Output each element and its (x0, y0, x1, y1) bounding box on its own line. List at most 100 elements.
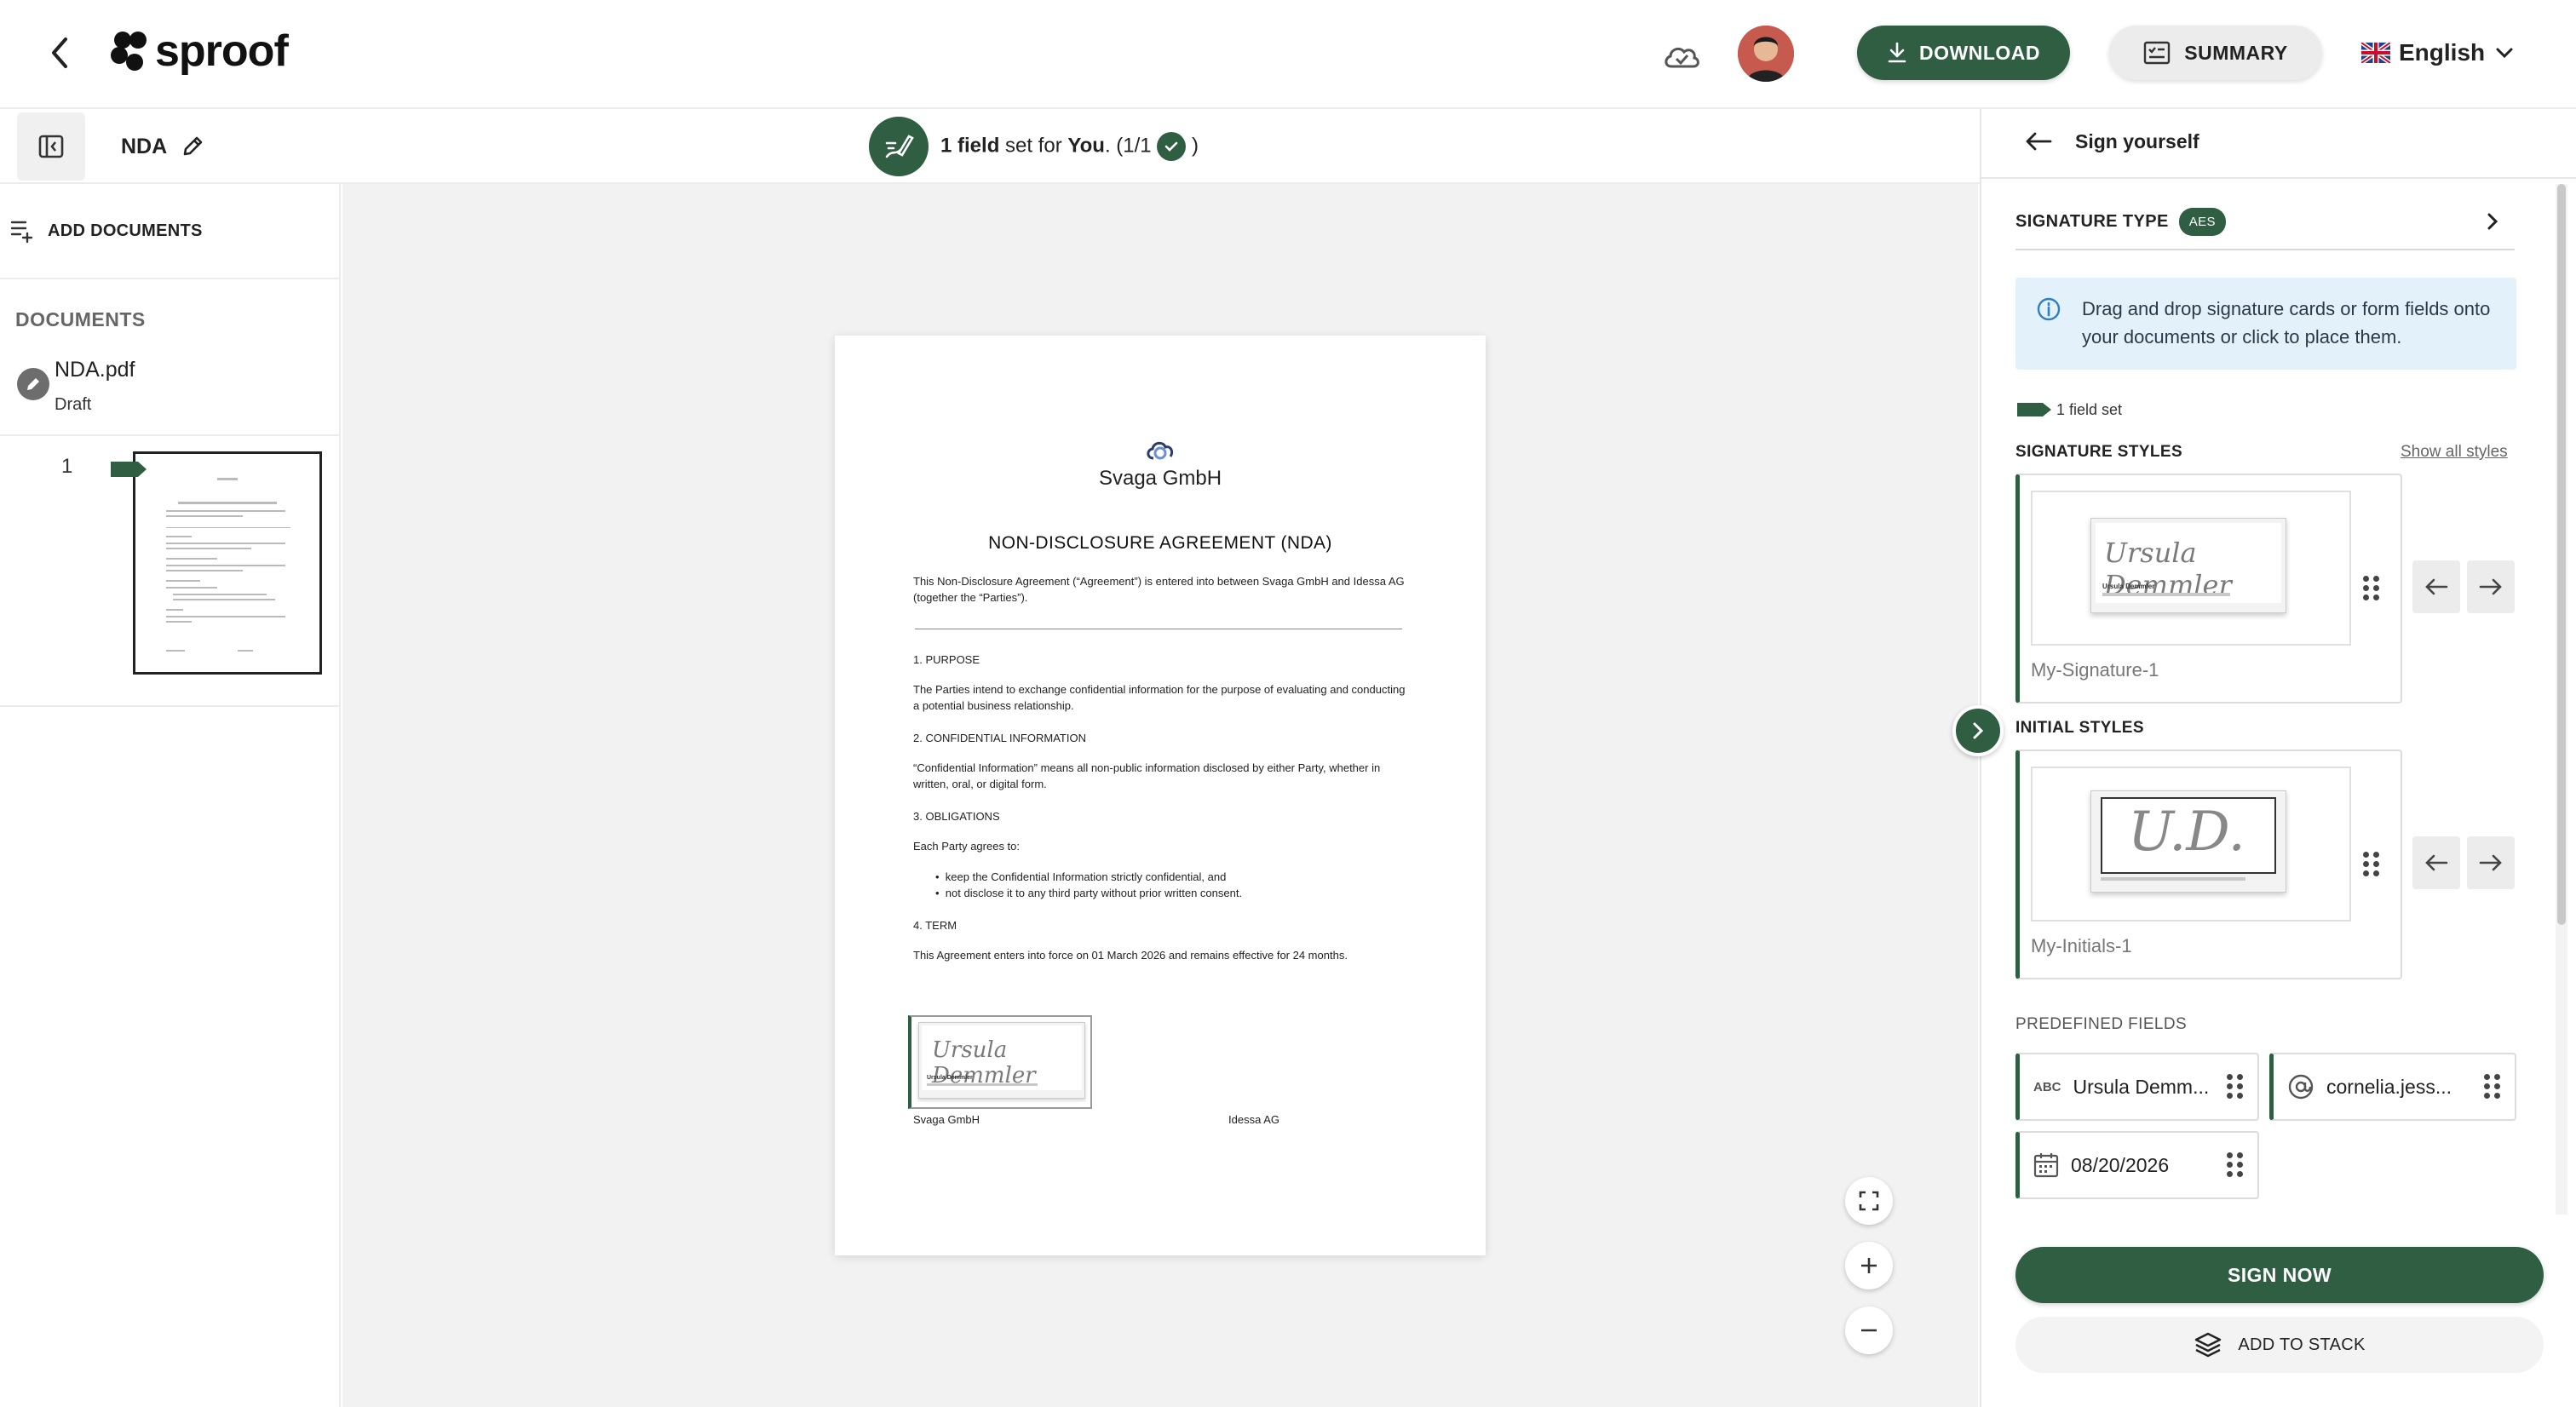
document-intro: This Non-Disclosure Agreement (“Agreemen… (913, 575, 1405, 604)
next-initial-button[interactable] (2467, 836, 2515, 889)
drag-handle-icon[interactable] (2363, 576, 2382, 601)
chevron-down-icon (2496, 48, 2513, 59)
add-to-stack-label: ADD TO STACK (2238, 1335, 2366, 1354)
at-icon (2288, 1074, 2314, 1100)
signature-style-preview: Ursula Demmler Ursula Demmler (2031, 491, 2351, 646)
signature-party-left: Svaga GmbH (913, 1113, 980, 1126)
page-thumbnail[interactable] (133, 451, 322, 675)
document-status: Draft (55, 395, 92, 414)
sign-now-button[interactable]: SIGN NOW (2015, 1247, 2544, 1303)
back-button[interactable] (37, 31, 82, 75)
signature-type-selector[interactable]: SIGNATURE TYPE AES (2015, 194, 2515, 250)
drag-handle-icon[interactable] (2484, 1074, 2503, 1100)
signature-status-badge (869, 117, 929, 176)
drag-handle-icon[interactable] (2227, 1074, 2245, 1100)
add-to-stack-button[interactable]: ADD TO STACK (2015, 1317, 2544, 1373)
initial-style-card-inner: U.D. (2101, 797, 2276, 874)
arrow-left-icon (2425, 854, 2448, 871)
text-field-icon: ABC (2033, 1079, 2061, 1094)
summary-button[interactable]: SUMMARY (2109, 26, 2322, 80)
previous-initial-button[interactable] (2412, 836, 2460, 889)
download-button[interactable]: DOWNLOAD (1857, 26, 2070, 80)
collapse-panel-button[interactable] (1952, 705, 2004, 756)
predefined-field-date[interactable]: 08/20/2026 (2015, 1131, 2259, 1199)
arrow-left-icon (2425, 578, 2448, 595)
list-item: • not disclose it to any third party wit… (935, 887, 1243, 899)
minus-icon (1861, 1329, 1877, 1332)
cloud-sync-icon[interactable] (1661, 39, 1702, 73)
initial-styles-heading: INITIAL STYLES (2015, 719, 2144, 737)
sign-yourself-header[interactable]: Sign yourself (2024, 124, 2199, 158)
pencil-icon[interactable] (181, 135, 204, 158)
signature-type-badge: AES (2178, 207, 2226, 236)
previous-style-button[interactable] (2412, 560, 2460, 613)
logo-mark-icon (111, 32, 147, 71)
toggle-sidebar-button[interactable] (17, 112, 85, 181)
language-label: English (2399, 39, 2486, 66)
signature-party-right: Idessa AG (1228, 1113, 1279, 1126)
page-number: 1 (61, 455, 73, 478)
download-label: DOWNLOAD (1919, 41, 2040, 64)
next-style-button[interactable] (2467, 560, 2515, 613)
document-title[interactable]: NDA (121, 129, 204, 164)
company-logo-icon (1147, 441, 1174, 460)
panel-title: Sign yourself (2075, 129, 2199, 152)
section-text: The Parties intend to exchange confident… (913, 683, 1406, 712)
field-status-suffix: ) (1186, 134, 1199, 158)
sproof-logo[interactable]: sproof (111, 24, 289, 78)
divider (0, 434, 341, 436)
thumbnail-preview (166, 478, 290, 652)
predefined-field-value: 08/20/2026 (2071, 1153, 2170, 1176)
zoom-in-button[interactable] (1845, 1242, 1893, 1289)
uk-flag-icon (2361, 43, 2390, 63)
add-documents-label: ADD DOCUMENTS (48, 221, 203, 240)
predefined-field-name[interactable]: ABC Ursula Demm... (2015, 1053, 2259, 1121)
field-status-progress: . (1/1 (1104, 134, 1152, 158)
layers-icon (2195, 1332, 2222, 1358)
drag-handle-icon[interactable] (2227, 1152, 2245, 1178)
initial-style-detail (2101, 877, 2245, 881)
field-count: 1 field set (2017, 397, 2122, 422)
initial-style-caption: My-Initials-1 (2031, 935, 2132, 956)
signature-card-detail (927, 1083, 1038, 1086)
info-icon (2037, 297, 2061, 321)
signature-script: Ursula Demmler (932, 1037, 1036, 1088)
calendar-icon (2033, 1153, 2059, 1178)
signature-card-name: Ursula Demmler (927, 1075, 973, 1081)
field-tag-icon (2017, 403, 2051, 416)
panel-scroll-thumb[interactable] (2557, 184, 2566, 925)
initial-style-preview: U.D. (2031, 767, 2351, 922)
section-heading: 2. CONFIDENTIAL INFORMATION (913, 732, 1086, 744)
documents-heading: DOCUMENTS (15, 308, 146, 330)
show-all-styles-link[interactable]: Show all styles (2401, 443, 2508, 462)
user-avatar[interactable] (1738, 26, 1794, 82)
signature-style-card-inner: Ursula Demmler Ursula Demmler (2096, 523, 2281, 603)
predefined-field-value: cornelia.jess... (2326, 1075, 2452, 1098)
chevron-left-icon (52, 37, 67, 68)
document-filename: NDA.pdf (55, 358, 135, 382)
initial-style-script: U.D. (2128, 801, 2245, 864)
chevron-right-icon (2487, 213, 2498, 230)
avatar-image (1738, 26, 1794, 82)
divider (1981, 177, 2576, 179)
zoom-out-button[interactable] (1845, 1306, 1893, 1354)
add-documents-button[interactable]: ADD DOCUMENTS (10, 213, 203, 249)
field-status-mid: set for (999, 134, 1068, 158)
logo-text: sproof (155, 26, 289, 76)
list-item-text: keep the Confidential Information strict… (945, 870, 1227, 883)
field-status-who: You (1067, 134, 1105, 158)
download-icon (1888, 42, 1906, 63)
divider (0, 705, 341, 707)
document-title-text: NDA (121, 134, 168, 158)
drag-handle-icon[interactable] (2363, 852, 2382, 877)
field-count-text: 1 field set (2056, 400, 2123, 418)
language-select[interactable]: English (2361, 32, 2516, 73)
sidebar-panel-icon (38, 135, 64, 158)
arrow-right-icon (2479, 854, 2502, 871)
field-status: 1 field set for You. (1/1 ) (869, 116, 1199, 177)
fullscreen-button[interactable] (1845, 1177, 1893, 1225)
arrow-left-icon[interactable] (2024, 130, 2053, 152)
signature-pen-icon (885, 135, 914, 158)
predefined-field-email[interactable]: cornelia.jess... (2269, 1053, 2516, 1121)
field-status-count: 1 field (940, 134, 1000, 158)
